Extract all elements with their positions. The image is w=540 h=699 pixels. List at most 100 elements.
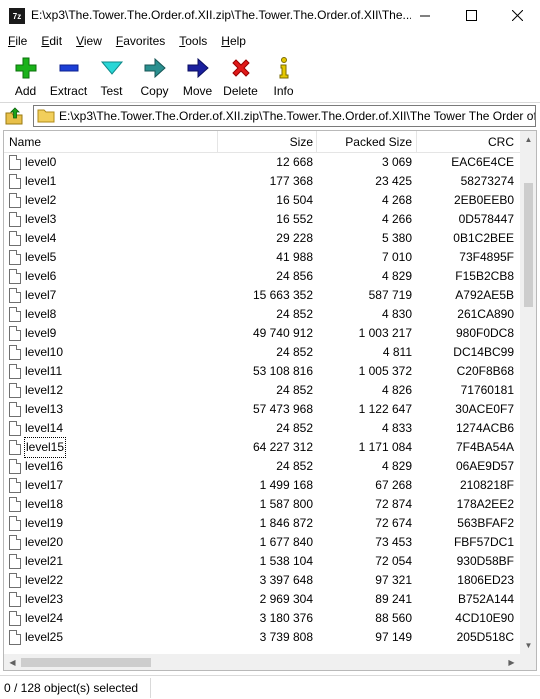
file-icon [9, 345, 21, 360]
file-row[interactable]: level16 24 852 4 829 06AE9D57 [4, 457, 520, 476]
file-name: level5 [25, 250, 57, 264]
file-icon [9, 421, 21, 436]
copy-label: Copy [140, 84, 169, 98]
file-size: 57 473 968 [252, 402, 313, 416]
file-row[interactable]: level8 24 852 4 830 261CA890 [4, 305, 520, 324]
file-packed-size: 72 674 [375, 516, 412, 530]
file-row[interactable]: level11 53 108 816 1 005 372 C20F8B68 [4, 362, 520, 381]
file-row[interactable]: level4 29 228 5 380 0B1C2BEE [4, 229, 520, 248]
maximize-button[interactable] [448, 0, 494, 31]
file-rows: level0 12 668 3 069 EAC6E4CE level1 177 368 23… [4, 153, 520, 647]
file-packed-size: 4 829 [381, 269, 412, 283]
column-divider[interactable] [416, 131, 417, 153]
info-button[interactable]: Info [262, 51, 305, 98]
file-row[interactable]: level18 1 587 800 72 874 178A2EE2 [4, 495, 520, 514]
move-button[interactable]: Move [176, 51, 219, 98]
file-row[interactable]: level5 41 988 7 010 73F4895F [4, 248, 520, 267]
file-name: level17 [25, 478, 64, 492]
copy-arrow-icon [144, 57, 166, 79]
scroll-left-arrow-icon[interactable]: ◀ [4, 654, 21, 670]
scroll-up-arrow-icon[interactable]: ▲ [520, 131, 536, 148]
file-row[interactable]: level13 57 473 968 1 122 647 30ACE0F7 [4, 400, 520, 419]
file-crc: 0D578447 [458, 212, 514, 226]
file-row[interactable]: level15 64 227 312 1 171 084 7F4BA54A [4, 437, 520, 458]
file-name: level16 [25, 459, 64, 473]
file-row[interactable]: level20 1 677 840 73 453 FBF57DC1 [4, 533, 520, 552]
file-size: 1 587 800 [259, 497, 313, 511]
file-name: level1 [25, 174, 57, 188]
column-divider[interactable] [217, 131, 218, 153]
file-row[interactable]: level21 1 538 104 72 054 930D58BF [4, 552, 520, 571]
column-size-header[interactable]: Size [290, 131, 313, 153]
file-size: 41 988 [276, 250, 313, 264]
file-list: Name Size Packed Size CRC level0 12 668 3 … [3, 130, 537, 671]
file-row[interactable]: level1 177 368 23 425 58273274 [4, 172, 520, 191]
file-packed-size: 73 453 [375, 535, 412, 549]
add-button[interactable]: Add [4, 51, 47, 98]
test-label: Test [100, 84, 123, 98]
maximize-icon [465, 10, 477, 21]
column-crc-header[interactable]: CRC [488, 131, 514, 153]
file-row[interactable]: level14 24 852 4 833 1274ACB6 [4, 419, 520, 438]
scroll-down-arrow-icon[interactable]: ▼ [520, 637, 536, 654]
file-row[interactable]: level2 16 504 4 268 2EB0EEB0 [4, 191, 520, 210]
scroll-right-arrow-icon[interactable]: ▶ [503, 654, 520, 670]
copy-button[interactable]: Copy [133, 51, 176, 98]
column-divider[interactable] [316, 131, 317, 153]
file-row[interactable]: level25 3 739 808 97 149 205D518C [4, 628, 520, 647]
horizontal-scroll-thumb[interactable] [21, 658, 151, 667]
up-folder-button[interactable] [4, 106, 24, 126]
menu-file[interactable]: File [0, 31, 33, 51]
file-name: level20 [25, 535, 64, 549]
file-name: level0 [25, 155, 57, 169]
close-button[interactable] [494, 0, 540, 31]
file-packed-size: 4 829 [381, 459, 412, 473]
file-row[interactable]: level19 1 846 872 72 674 563BFAF2 [4, 514, 520, 533]
menu-tools[interactable]: Tools [171, 31, 213, 51]
file-packed-size: 7 010 [381, 250, 412, 264]
file-name: level7 [25, 288, 57, 302]
file-row[interactable]: level23 2 969 304 89 241 B752A144 [4, 590, 520, 609]
menu-edit[interactable]: Edit [33, 31, 68, 51]
file-name: level9 [25, 326, 57, 340]
test-button[interactable]: Test [90, 51, 133, 98]
file-size: 12 668 [276, 155, 313, 169]
selection-status: 0 / 128 object(s) selected [4, 681, 139, 695]
file-icon [9, 478, 21, 493]
file-packed-size: 4 268 [381, 193, 412, 207]
file-row[interactable]: level24 3 180 376 88 560 4CD10E90 [4, 609, 520, 628]
file-row[interactable]: level6 24 856 4 829 F15B2CB8 [4, 267, 520, 286]
delete-button[interactable]: Delete [219, 51, 262, 98]
column-packed-size-header[interactable]: Packed Size [345, 131, 412, 153]
menu-favorites[interactable]: Favorites [108, 31, 171, 51]
path-field[interactable]: E:\xp3\The.Tower.The.Order.of.XII.zip\Th… [33, 105, 536, 127]
file-size: 49 740 912 [252, 326, 313, 340]
menu-help[interactable]: Help [213, 31, 252, 51]
file-size: 1 538 104 [259, 554, 313, 568]
minimize-button[interactable] [402, 0, 448, 31]
file-packed-size: 97 149 [375, 630, 412, 644]
horizontal-scrollbar[interactable]: ◀ ▶ [4, 654, 520, 670]
delete-x-icon [231, 59, 250, 77]
extract-button[interactable]: Extract [47, 51, 90, 98]
file-size: 3 180 376 [259, 611, 313, 625]
file-crc: 930D58BF [456, 554, 514, 568]
file-packed-size: 67 268 [375, 478, 412, 492]
file-row[interactable]: level17 1 499 168 67 268 2108218F [4, 476, 520, 495]
file-packed-size: 72 874 [375, 497, 412, 511]
menu-view[interactable]: View [68, 31, 108, 51]
file-row[interactable]: level12 24 852 4 826 71760181 [4, 381, 520, 400]
column-name-header[interactable]: Name [9, 131, 41, 153]
file-row[interactable]: level10 24 852 4 811 DC14BC99 [4, 343, 520, 362]
vertical-scroll-thumb[interactable] [524, 183, 533, 307]
file-row[interactable]: level0 12 668 3 069 EAC6E4CE [4, 153, 520, 172]
file-row[interactable]: level7 15 663 352 587 719 A792AE5B [4, 286, 520, 305]
file-packed-size: 4 826 [381, 383, 412, 397]
vertical-scrollbar[interactable]: ▲ ▼ [520, 131, 536, 654]
file-row[interactable]: level9 49 740 912 1 003 217 980F0DC8 [4, 324, 520, 343]
file-row[interactable]: level3 16 552 4 266 0D578447 [4, 210, 520, 229]
file-size: 1 677 840 [259, 535, 313, 549]
file-icon [9, 364, 21, 379]
7zip-app-icon[interactable]: 7z [9, 8, 25, 24]
file-row[interactable]: level22 3 397 648 97 321 1806ED23 [4, 571, 520, 590]
